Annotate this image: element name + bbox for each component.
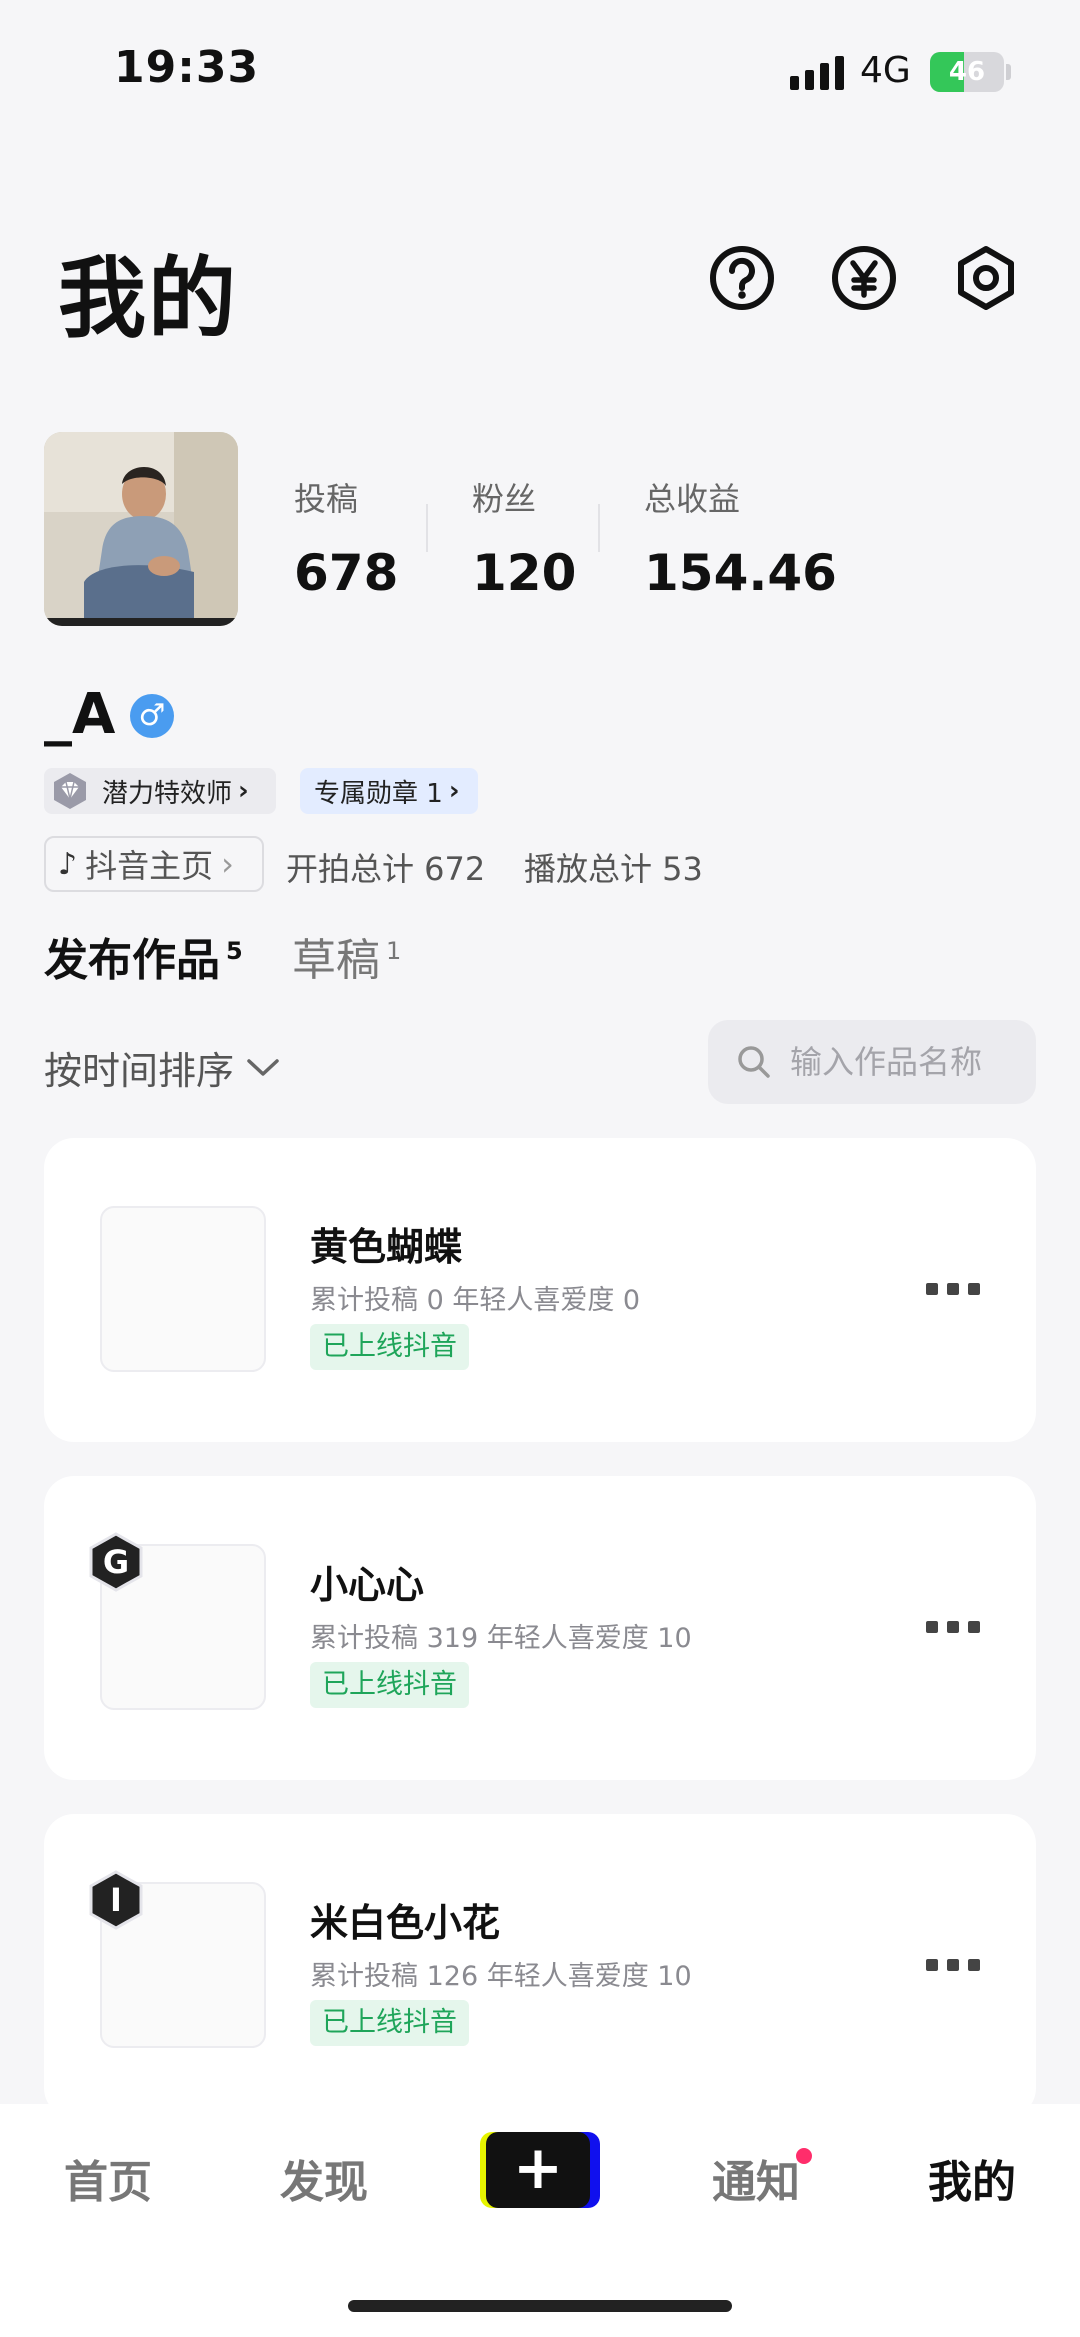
diamond-icon	[54, 773, 86, 809]
tab-label: 草稿	[292, 935, 380, 986]
work-card[interactable]: G 小心心 累计投稿 319 年轻人喜爱度 10 已上线抖音	[44, 1476, 1036, 1780]
chevron-down-icon	[247, 1058, 279, 1076]
work-stats: 累计投稿 126 年轻人喜爱度 10	[310, 1961, 692, 1992]
tiktok-icon: ♪	[58, 846, 78, 882]
signal-icon	[790, 54, 844, 90]
network-label: 4G	[860, 50, 911, 91]
create-button[interactable]: +	[480, 2132, 600, 2208]
sort-label: 按时间排序	[44, 1049, 235, 1093]
grade-i-badge: I	[86, 1870, 146, 1930]
chevron-right-icon: ›	[238, 776, 249, 806]
shoot-total: 开拍总计 672	[286, 850, 486, 888]
more-options-button[interactable]	[926, 1274, 980, 1304]
nav-notifications[interactable]: 通知	[712, 2146, 800, 2210]
medal-label: 专属勋章 1	[314, 778, 443, 809]
work-card[interactable]: 黄色蝴蝶 累计投稿 0 年轻人喜爱度 0 已上线抖音	[44, 1138, 1036, 1442]
medal-tag[interactable]: 专属勋章 1 ›	[300, 768, 478, 814]
sort-dropdown[interactable]: 按时间排序	[44, 1040, 280, 1095]
work-thumbnail[interactable]	[100, 1206, 266, 1372]
stat-value: 678	[294, 544, 399, 602]
grade-g-badge: G	[86, 1532, 146, 1592]
play-total: 播放总计 53	[524, 850, 703, 888]
battery-tip	[1006, 64, 1011, 80]
username: _A	[44, 682, 116, 747]
work-stats: 累计投稿 0 年轻人喜爱度 0	[310, 1285, 641, 1316]
chevron-right-icon: ›	[448, 776, 460, 806]
help-icon[interactable]	[708, 244, 776, 312]
avatar[interactable]	[44, 432, 238, 626]
page-title: 我的	[58, 247, 239, 350]
badge-letter: I	[110, 1881, 122, 1919]
settings-icon[interactable]	[952, 244, 1020, 312]
home-indicator	[348, 2300, 732, 2312]
status-badge: 已上线抖音	[310, 1324, 469, 1370]
plus-icon: +	[512, 2133, 564, 2203]
tab-count: 1	[386, 937, 402, 965]
work-title: 黄色蝴蝶	[310, 1225, 463, 1269]
status-badge: 已上线抖音	[310, 2000, 469, 2046]
work-title: 米白色小花	[310, 1901, 501, 1945]
stat-label: 总收益	[644, 480, 741, 518]
work-stats: 累计投稿 319 年轻人喜爱度 10	[310, 1623, 692, 1654]
divider	[598, 504, 600, 552]
chevron-right-icon: ›	[221, 845, 234, 883]
douyin-link-label: 抖音主页	[85, 847, 214, 885]
battery-icon: 46	[930, 52, 1004, 92]
search-icon	[738, 1046, 770, 1078]
search-input[interactable]	[790, 1043, 1010, 1081]
status-bar: 19:33 4G 46	[0, 0, 1080, 140]
notification-dot	[796, 2148, 812, 2164]
creator-level-label: 潜力特效师	[102, 778, 233, 809]
stat-label: 投稿	[294, 480, 359, 518]
stat-earnings[interactable]: 总收益 154.46	[644, 474, 837, 602]
stat-value: 120	[472, 544, 577, 602]
search-box[interactable]	[708, 1020, 1036, 1104]
badge-letter: G	[103, 1543, 129, 1581]
work-card[interactable]: I 米白色小花 累计投稿 126 年轻人喜爱度 10 已上线抖音	[44, 1814, 1036, 2118]
stat-value: 154.46	[644, 544, 837, 602]
tab-count: 5	[226, 937, 243, 965]
nav-discover[interactable]: 发现	[280, 2146, 368, 2210]
tab-label: 发布作品	[44, 935, 220, 986]
more-options-button[interactable]	[926, 1950, 980, 1980]
nav-me[interactable]: 我的	[928, 2146, 1016, 2210]
work-title: 小心心	[310, 1563, 425, 1607]
tab-published[interactable]: 发布作品 5	[44, 924, 243, 988]
male-icon: ♂	[130, 694, 174, 738]
stat-fans[interactable]: 粉丝 120	[472, 474, 576, 602]
stat-label: 粉丝	[472, 480, 537, 518]
status-time: 19:33	[114, 42, 260, 93]
douyin-homepage-link[interactable]: ♪ 抖音主页 ›	[44, 836, 264, 892]
status-badge: 已上线抖音	[310, 1662, 469, 1708]
yen-icon[interactable]	[830, 244, 898, 312]
nav-home[interactable]: 首页	[64, 2146, 152, 2210]
divider	[426, 504, 428, 552]
battery-level: 46	[948, 57, 986, 87]
more-options-button[interactable]	[926, 1612, 980, 1642]
stat-posts[interactable]: 投稿 678	[294, 474, 398, 602]
creator-level-tag[interactable]: 潜力特效师 ›	[44, 768, 276, 814]
tab-drafts[interactable]: 草稿 1	[292, 924, 401, 988]
